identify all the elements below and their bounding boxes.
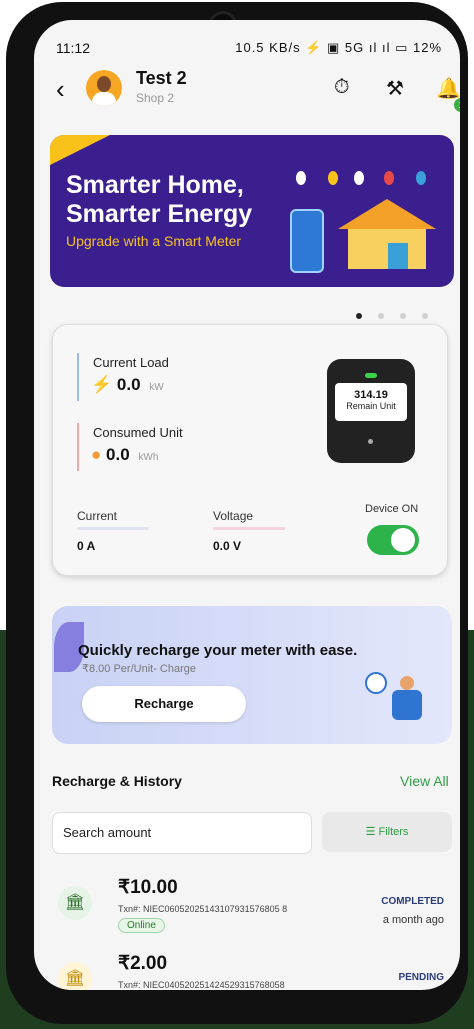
carousel-dot[interactable] — [400, 313, 406, 319]
pin-icon — [328, 171, 338, 185]
transaction-id: Txn#: NIEC040520251424529315768058 — [118, 980, 285, 990]
bell-icon[interactable]: 🔔 — [436, 76, 460, 101]
voltage-value: 0.0 V — [213, 539, 242, 553]
remain-unit-value: 314.19 — [354, 389, 388, 401]
tools-icon[interactable]: ⚒ — [386, 76, 404, 101]
transaction-status: COMPLETED — [381, 896, 444, 907]
pin-icon — [384, 171, 394, 185]
promo-banner[interactable]: Smarter Home, Smarter Energy Upgrade wit… — [50, 135, 454, 287]
search-placeholder: Search amount — [63, 825, 152, 840]
promo-rate: ₹8.00 Per/Unit- Charge — [82, 663, 196, 675]
filter-icon: ☰ — [365, 826, 376, 838]
notification-badge: 1 — [454, 98, 460, 112]
list-item[interactable]: 🏛 ₹2.00 Txn#: NIEC0405202514245293157680… — [52, 952, 456, 990]
consumed-accent-bar — [77, 423, 79, 471]
meter-button — [368, 439, 373, 444]
consumed-unit-label: Consumed Unit — [93, 425, 183, 440]
load-accent-bar — [77, 353, 79, 401]
device-power-toggle[interactable] — [367, 525, 419, 555]
current-load-value: ⚡ 0.0 kW — [91, 375, 164, 395]
transaction-amount: ₹10.00 — [118, 877, 178, 898]
carousel-dot[interactable] — [378, 313, 384, 319]
current-value: 0 A — [77, 539, 96, 553]
recharge-button[interactable]: Recharge — [82, 686, 246, 722]
current-label: Current — [77, 509, 118, 523]
carousel-indicators[interactable] — [356, 306, 444, 324]
status-time: 11:12 — [56, 40, 90, 56]
meter-display-illustration: 314.19 Remain Unit — [327, 359, 415, 463]
current-underline — [77, 527, 149, 530]
app-screen: 11:12 10.5 KB/s ⚡ ▣ 5G ıl ıl ▭ 12% ‹ Tes… — [34, 20, 460, 990]
payment-mode-chip: Online — [118, 918, 165, 933]
promo-title: Quickly recharge your meter with ease. — [78, 642, 358, 659]
bank-icon: 🏛 — [58, 886, 92, 920]
bulb-icon: ● — [91, 445, 102, 464]
current-load-number: 0.0 — [116, 375, 141, 394]
search-amount-input[interactable]: Search amount — [52, 812, 312, 854]
banner-headline: Smarter Home, Smarter Energy — [66, 171, 252, 229]
meter-led — [365, 373, 377, 378]
banner-tagline: Upgrade with a Smart Meter — [66, 233, 242, 249]
user-name: Test 2 — [136, 68, 187, 88]
banner-line-2: Smarter Energy — [66, 200, 253, 228]
device-status-label: Device ON — [365, 503, 419, 515]
view-all-link[interactable]: View All — [400, 773, 449, 789]
current-load-label: Current Load — [93, 355, 169, 370]
status-indicators: 10.5 KB/s ⚡ ▣ 5G ıl ıl ▭ 12% — [235, 40, 442, 55]
history-section-title: Recharge & History — [52, 773, 182, 789]
filters-button[interactable]: ☰ Filters — [322, 812, 452, 852]
phone-frame: 11:12 10.5 KB/s ⚡ ▣ 5G ıl ıl ▭ 12% ‹ Tes… — [6, 2, 468, 1024]
list-item[interactable]: 🏛 ₹10.00 Txn#: NIEC060520251431079315768… — [52, 876, 456, 946]
voltage-label: Voltage — [213, 509, 254, 523]
carousel-dot[interactable] — [422, 313, 428, 319]
remain-unit-label: Remain Unit — [346, 401, 396, 411]
timer-icon[interactable]: ⏱ — [334, 76, 350, 99]
current-load-unit: kW — [149, 382, 164, 393]
bank-icon: 🏛 — [58, 962, 92, 990]
app-header: ‹ Test 2 Shop 2 ⏱ ⚒ 🔔 1 — [52, 68, 460, 112]
person-illustration — [382, 676, 432, 736]
house-illustration — [338, 199, 436, 269]
transaction-amount: ₹2.00 — [118, 953, 168, 974]
status-bar: 11:12 10.5 KB/s ⚡ ▣ 5G ıl ıl ▭ 12% — [56, 40, 442, 60]
transaction-id: Txn#: NIEC06052025143107931576805 8 — [118, 904, 288, 914]
banner-corner-accent — [50, 135, 110, 165]
filters-label: Filters — [378, 826, 409, 838]
meter-screen: 314.19 Remain Unit — [335, 383, 407, 421]
avatar[interactable] — [86, 70, 122, 106]
consumed-unit-value: ● 0.0 kWh — [91, 445, 158, 465]
consumed-unit-number: 0.0 — [106, 445, 130, 464]
transaction-status: PENDING — [398, 972, 444, 983]
smart-meter-illustration — [290, 209, 324, 273]
recharge-promo-card: Quickly recharge your meter with ease. ₹… — [52, 606, 452, 744]
shop-name: Shop 2 — [136, 91, 175, 105]
banner-line-1: Smarter Home, — [66, 171, 244, 199]
consumed-unit-unit: kWh — [138, 452, 159, 463]
pin-icon — [416, 171, 426, 185]
pin-icon — [354, 171, 364, 185]
transaction-time: a month ago — [382, 914, 444, 926]
pin-icon — [296, 171, 306, 185]
voltage-underline — [213, 527, 285, 530]
meter-card: Current Load ⚡ 0.0 kW Consumed Unit ● 0.… — [52, 324, 448, 576]
lightning-icon: ⚡ — [91, 375, 113, 394]
back-arrow-icon[interactable]: ‹ — [56, 74, 65, 105]
carousel-dot[interactable] — [356, 313, 362, 319]
